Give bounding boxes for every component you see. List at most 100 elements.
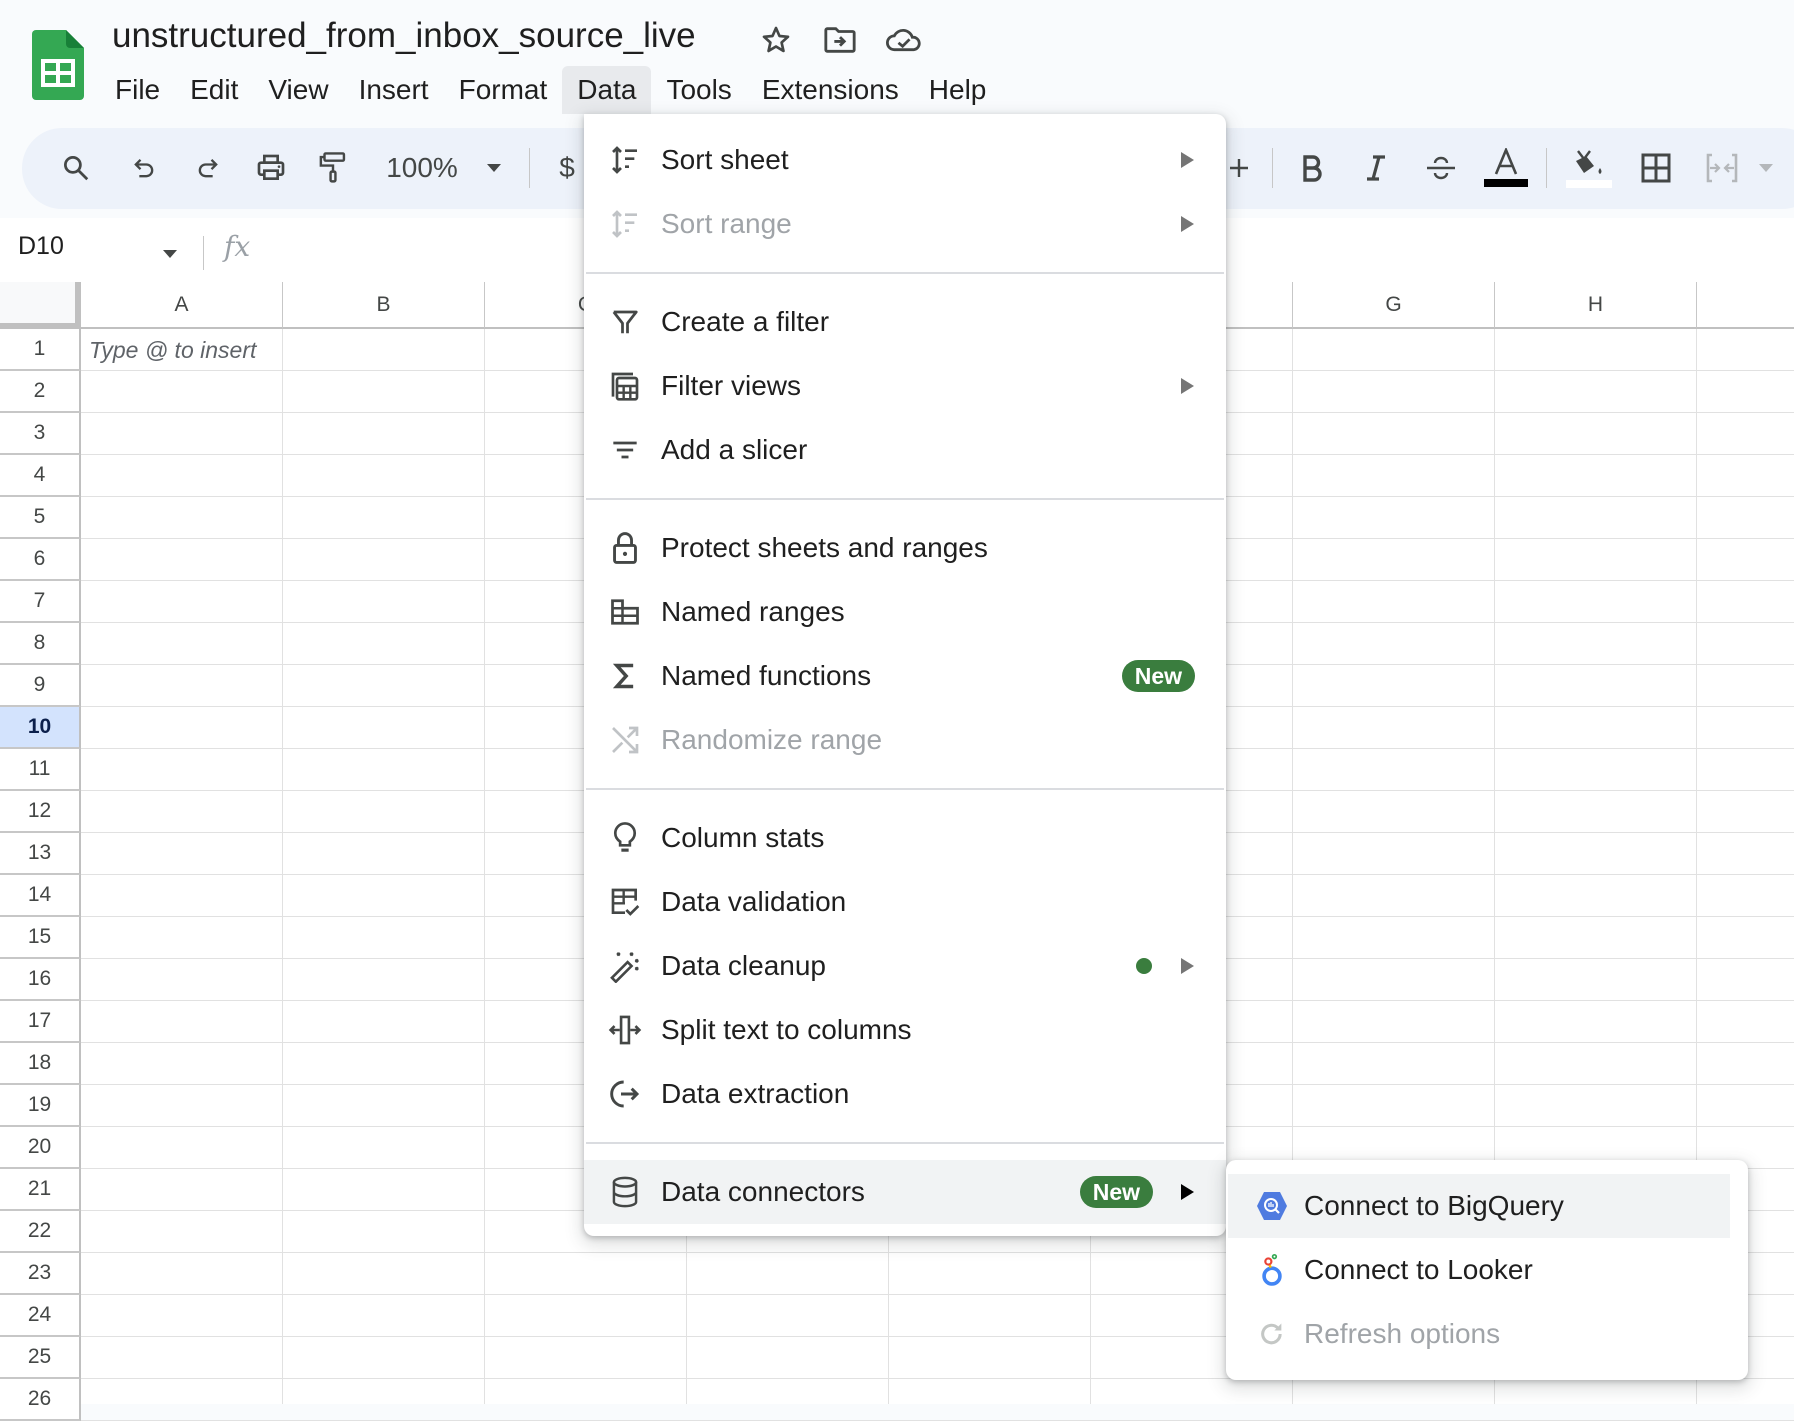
- menu-item-data-cleanup[interactable]: Data cleanup: [584, 934, 1226, 998]
- row-header[interactable]: 6: [0, 539, 81, 581]
- menu-view[interactable]: View: [253, 66, 343, 114]
- row-header[interactable]: 5: [0, 497, 81, 539]
- menu-item-protect-sheets[interactable]: Protect sheets and ranges: [584, 516, 1226, 580]
- menu-item-label: Add a slicer: [661, 434, 808, 465]
- column-gridline: [484, 329, 485, 1404]
- redo-icon[interactable]: [190, 148, 226, 188]
- split-columns-icon: [608, 1013, 642, 1047]
- menu-extensions[interactable]: Extensions: [747, 66, 914, 114]
- data-validation-icon: [608, 885, 642, 919]
- row-header[interactable]: 12: [0, 791, 81, 833]
- fill-color-icon[interactable]: [1564, 148, 1612, 188]
- currency-format-button[interactable]: $: [552, 148, 582, 188]
- menu-item-create-filter[interactable]: Create a filter: [584, 290, 1226, 354]
- database-icon: [608, 1175, 642, 1209]
- menu-item-randomize-range[interactable]: Randomize range: [584, 708, 1226, 772]
- row-header[interactable]: 15: [0, 917, 81, 959]
- row-header[interactable]: 17: [0, 1001, 81, 1043]
- menu-help[interactable]: Help: [914, 66, 1002, 114]
- menu-item-label: Filter views: [661, 370, 802, 401]
- menu-item-data-validation[interactable]: Data validation: [584, 870, 1226, 934]
- row-header[interactable]: 20: [0, 1127, 81, 1169]
- filter-views-icon: [608, 369, 642, 403]
- row-header[interactable]: 25: [0, 1337, 81, 1379]
- bold-icon[interactable]: [1296, 148, 1328, 188]
- row-header[interactable]: 10: [0, 707, 81, 749]
- menu-item-data-extraction[interactable]: Data extraction: [584, 1062, 1226, 1126]
- menu-item-label: Create a filter: [661, 306, 830, 337]
- text-color-icon[interactable]: [1482, 148, 1530, 188]
- menu-item-label: Data cleanup: [661, 950, 827, 981]
- print-icon[interactable]: [253, 148, 289, 188]
- menu-file[interactable]: File: [100, 66, 175, 114]
- menu-item-data-connectors[interactable]: Data connectors New: [584, 1160, 1226, 1224]
- row-header[interactable]: 2: [0, 371, 81, 413]
- name-box[interactable]: D10: [18, 232, 64, 261]
- star-icon[interactable]: [758, 22, 794, 58]
- more-formats-plus-icon[interactable]: [1226, 148, 1252, 188]
- zoom-dropdown-icon[interactable]: [484, 148, 504, 188]
- column-header[interactable]: H: [1495, 282, 1697, 329]
- menu-item-sort-sheet[interactable]: Sort sheet: [584, 128, 1226, 192]
- row-header[interactable]: 21: [0, 1169, 81, 1211]
- row-header[interactable]: 13: [0, 833, 81, 875]
- column-header[interactable]: G: [1293, 282, 1495, 329]
- submenu-item-connect-bigquery[interactable]: Connect to BigQuery: [1228, 1174, 1730, 1238]
- data-connectors-submenu: Connect to BigQuery Connect to Looker Re…: [1226, 1160, 1748, 1380]
- menu-item-named-functions[interactable]: Named functions New: [584, 644, 1226, 708]
- toolbar-separator: [1272, 148, 1273, 188]
- row-header[interactable]: 4: [0, 455, 81, 497]
- zoom-select[interactable]: 100%: [382, 148, 462, 188]
- search-icon[interactable]: [58, 148, 94, 188]
- move-to-folder-icon[interactable]: [822, 22, 858, 58]
- row-header[interactable]: 26: [0, 1379, 81, 1421]
- row-header[interactable]: 22: [0, 1211, 81, 1253]
- column-header[interactable]: B: [283, 282, 485, 329]
- submenu-item-refresh-options[interactable]: Refresh options: [1228, 1302, 1730, 1366]
- row-header[interactable]: 18: [0, 1043, 81, 1085]
- row-header[interactable]: 23: [0, 1253, 81, 1295]
- column-header[interactable]: I: [1697, 282, 1794, 329]
- menu-item-sort-range[interactable]: Sort range: [584, 192, 1226, 256]
- menu-item-add-slicer[interactable]: Add a slicer: [584, 418, 1226, 482]
- shuffle-icon: [608, 723, 642, 757]
- italic-icon[interactable]: [1360, 148, 1392, 188]
- merge-cells-icon[interactable]: [1704, 148, 1740, 188]
- row-header[interactable]: 3: [0, 413, 81, 455]
- menu-data[interactable]: Data: [562, 66, 652, 114]
- menu-tools[interactable]: Tools: [651, 66, 746, 114]
- submenu-arrow-icon: [1181, 1184, 1194, 1200]
- sheets-logo[interactable]: [32, 30, 84, 100]
- menu-format[interactable]: Format: [444, 66, 563, 114]
- row-header[interactable]: 19: [0, 1085, 81, 1127]
- row-header[interactable]: 24: [0, 1295, 81, 1337]
- menu-item-split-text[interactable]: Split text to columns: [584, 998, 1226, 1062]
- row-header[interactable]: 9: [0, 665, 81, 707]
- menu-item-filter-views[interactable]: Filter views: [584, 354, 1226, 418]
- column-header[interactable]: A: [81, 282, 283, 329]
- name-box-dropdown-icon[interactable]: [162, 246, 178, 264]
- menu-insert[interactable]: Insert: [344, 66, 444, 114]
- row-header[interactable]: 8: [0, 623, 81, 665]
- row-header[interactable]: 11: [0, 749, 81, 791]
- row-header[interactable]: 7: [0, 581, 81, 623]
- document-title[interactable]: unstructured_from_inbox_source_live: [112, 16, 696, 56]
- menu-item-column-stats[interactable]: Column stats: [584, 806, 1226, 870]
- select-all-corner[interactable]: [0, 282, 81, 329]
- undo-icon[interactable]: [126, 148, 162, 188]
- new-feature-dot: [1136, 958, 1152, 974]
- borders-icon[interactable]: [1638, 148, 1674, 188]
- strikethrough-icon[interactable]: [1423, 148, 1459, 188]
- cloud-saved-icon[interactable]: [886, 22, 922, 58]
- cell-a1-placeholder[interactable]: Type @ to insert: [89, 337, 256, 364]
- row-header[interactable]: 14: [0, 875, 81, 917]
- submenu-item-label: Connect to BigQuery: [1304, 1190, 1564, 1221]
- menu-item-named-ranges[interactable]: Named ranges: [584, 580, 1226, 644]
- row-header[interactable]: 1: [0, 329, 81, 371]
- menu-item-label: Column stats: [661, 822, 825, 853]
- merge-cells-dropdown-icon[interactable]: [1756, 148, 1776, 188]
- row-header[interactable]: 16: [0, 959, 81, 1001]
- paint-format-icon[interactable]: [315, 148, 351, 188]
- submenu-item-connect-looker[interactable]: Connect to Looker: [1228, 1238, 1730, 1302]
- menu-edit[interactable]: Edit: [175, 66, 253, 114]
